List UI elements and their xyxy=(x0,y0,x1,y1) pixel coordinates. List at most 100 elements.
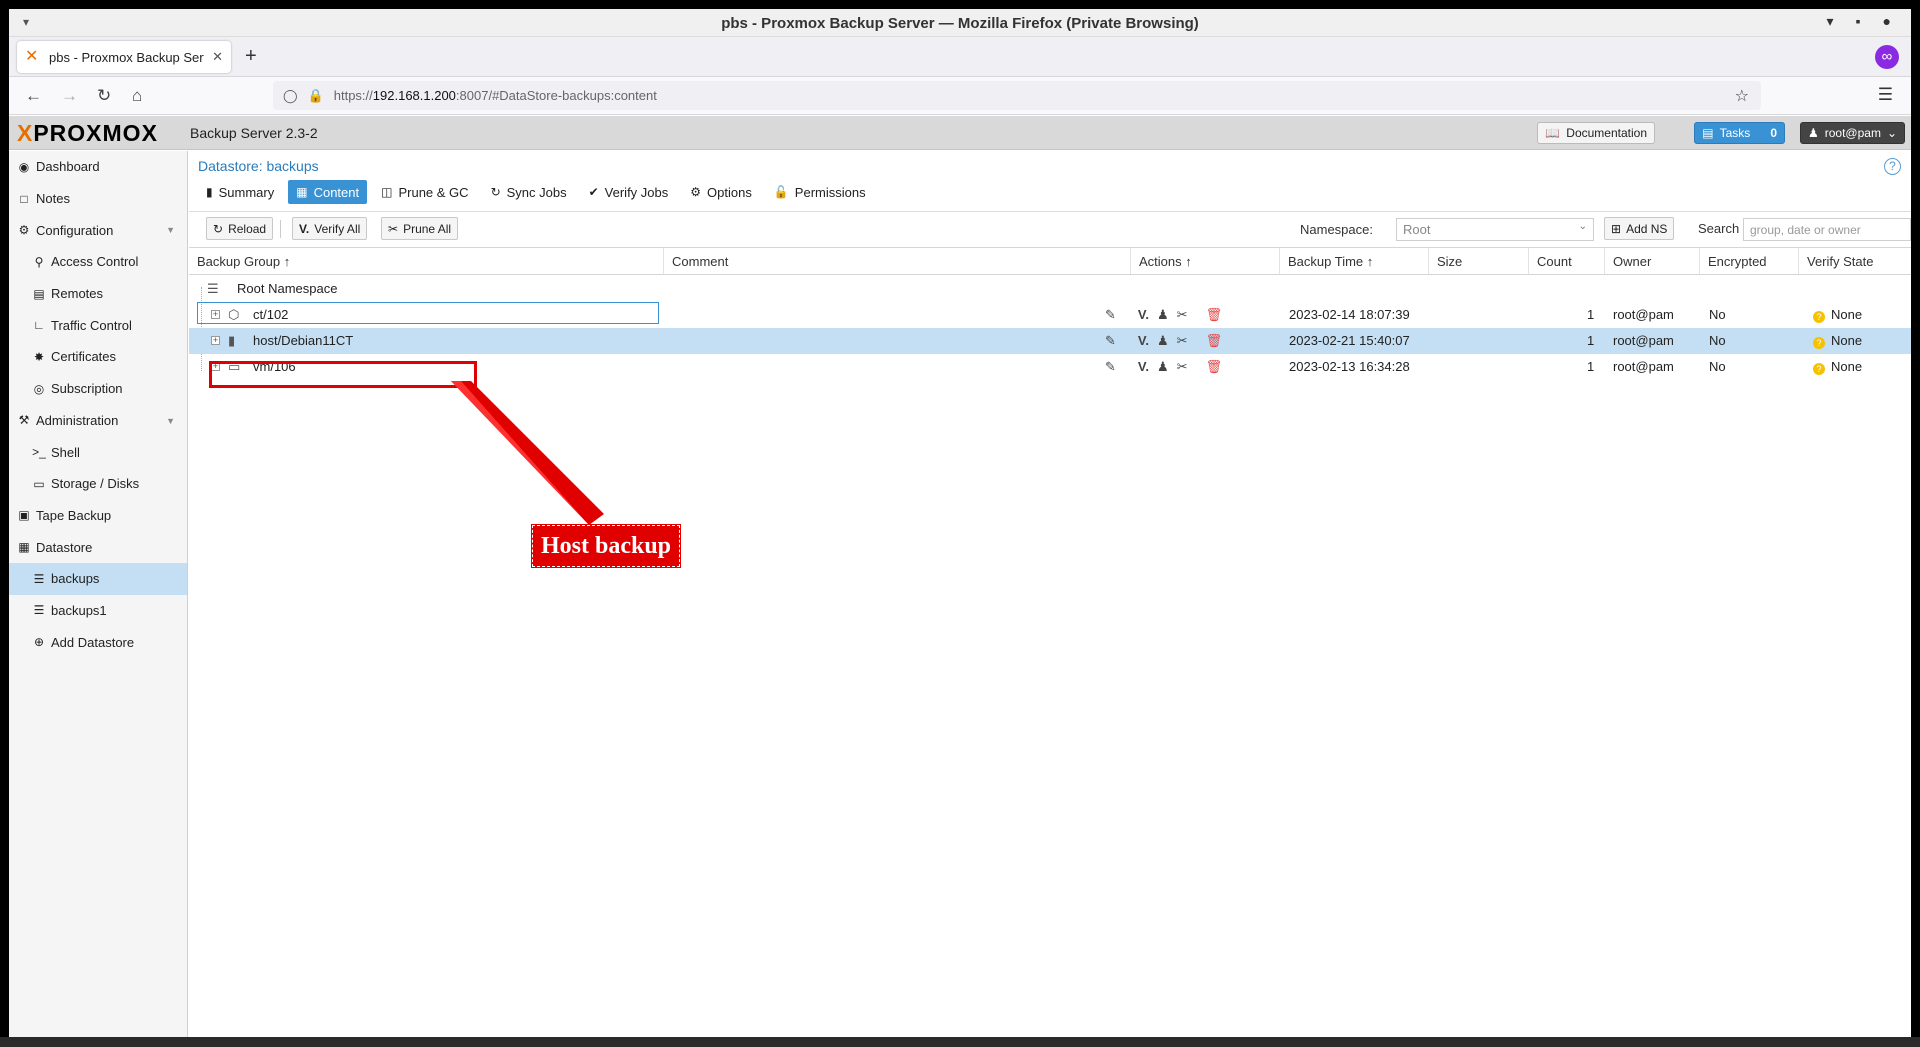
sidebar-item-datastore[interactable]: ▦ Datastore xyxy=(9,531,187,563)
col-verify-state[interactable]: Verify State xyxy=(1799,248,1911,274)
screen: ▾ pbs - Proxmox Backup Server — Mozilla … xyxy=(0,0,1920,1047)
lock-icon[interactable]: 🔒 xyxy=(308,88,324,104)
url-bar[interactable]: ◯ 🔒 https://192.168.1.200:8007/#DataStor… xyxy=(273,81,1761,110)
user-icon: ♟ xyxy=(1807,126,1819,140)
backup-encrypted: No xyxy=(1709,359,1726,374)
col-actions[interactable]: Actions ↑ xyxy=(1131,248,1280,274)
browser-tab[interactable]: ✕ pbs - Proxmox Backup Serv ✕ xyxy=(17,41,231,73)
scissors-icon: ✂ xyxy=(388,221,399,236)
search-input[interactable]: group, date or owner xyxy=(1743,218,1911,241)
tab-permissions[interactable]: 🔓 Permissions xyxy=(766,180,874,204)
sidebar-item-traffic-control[interactable]: ∟ Traffic Control xyxy=(9,309,187,341)
home-icon[interactable]: ⌂ xyxy=(132,86,142,106)
user-icon[interactable]: ♟ xyxy=(1157,359,1169,375)
table-row-selected[interactable]: + ▮ host/Debian11CT ✎ V. ♟ ✂ 🗑 2023-02-2… xyxy=(189,328,1911,354)
scissors-icon[interactable]: ✂ xyxy=(1177,359,1188,375)
sidebar-item-storage-disks[interactable]: ▭ Storage / Disks xyxy=(9,468,187,500)
sidebar-item-shell[interactable]: >_ Shell xyxy=(9,436,187,468)
sidebar-item-remotes[interactable]: ▤ Remotes xyxy=(9,278,187,310)
tab-summary[interactable]: ▮ Summary xyxy=(198,180,282,204)
reload-icon[interactable]: ↻ xyxy=(97,86,111,106)
namespace-select[interactable]: Root ⌄ xyxy=(1396,218,1594,241)
sidebar-item-backups1[interactable]: ☰ backups1 xyxy=(9,595,187,627)
plus-circle-icon: ⊕ xyxy=(33,635,45,650)
tab-content[interactable]: ▦ Content xyxy=(288,180,368,204)
user-menu-button[interactable]: ♟ root@pam ⌄ xyxy=(1799,122,1905,144)
sidebar-item-backups[interactable]: ☰ backups xyxy=(9,562,187,595)
search-label: Search xyxy=(1698,221,1740,236)
server-icon: ▤ xyxy=(33,286,45,301)
tab-prune-gc[interactable]: ◫ Prune & GC xyxy=(373,180,476,204)
app-header: XPROXMOX Backup Server 2.3-2 📖 Documenta… xyxy=(9,116,1911,150)
edit-icon[interactable]: ✎ xyxy=(1105,307,1116,323)
expand-icon[interactable]: + xyxy=(211,336,220,345)
shield-icon[interactable]: ◯ xyxy=(283,88,298,104)
chevron-down-icon: ⌄ xyxy=(1578,221,1587,232)
tab-options[interactable]: ⚙ Options xyxy=(682,180,760,204)
edit-icon[interactable]: ✎ xyxy=(1105,359,1116,375)
backup-time: 2023-02-13 16:34:28 xyxy=(1289,359,1410,374)
scissors-icon[interactable]: ✂ xyxy=(1177,333,1188,349)
col-backup-group[interactable]: Backup Group ↑ xyxy=(189,248,664,274)
tab-verify-jobs[interactable]: ✔ Verify Jobs xyxy=(581,180,677,204)
tasks-button[interactable]: ▤ Tasks 0 xyxy=(1694,122,1785,144)
col-comment[interactable]: Comment xyxy=(664,248,1131,274)
support-icon: ◎ xyxy=(33,381,45,396)
sidebar: ◉ Dashboard □ Notes ⚙ Configuration ▼ ⚲ Acces… xyxy=(9,151,188,1037)
col-count[interactable]: Count xyxy=(1529,248,1605,274)
question-icon: ? xyxy=(1813,337,1825,349)
sidebar-item-certificates[interactable]: ✸ Certificates xyxy=(9,341,187,373)
tab-sync-jobs[interactable]: ↻ Sync Jobs xyxy=(483,180,575,204)
documentation-button[interactable]: 📖 Documentation xyxy=(1537,122,1655,144)
col-backup-time[interactable]: Backup Time ↑ xyxy=(1280,248,1429,274)
verify-icon[interactable]: V. xyxy=(1138,359,1149,375)
tab-close-icon[interactable]: ✕ xyxy=(212,49,223,65)
new-tab-icon[interactable]: + xyxy=(245,45,257,68)
divider xyxy=(189,211,1911,212)
backup-owner: root@pam xyxy=(1613,307,1674,322)
col-size[interactable]: Size xyxy=(1429,248,1529,274)
expand-icon[interactable]: + xyxy=(211,310,220,319)
window-title: pbs - Proxmox Backup Server — Mozilla Fi… xyxy=(721,15,1199,32)
sidebar-item-tape-backup[interactable]: ▣ Tape Backup xyxy=(9,500,187,532)
backup-owner: root@pam xyxy=(1613,359,1674,374)
user-icon[interactable]: ♟ xyxy=(1157,307,1169,323)
verify-all-button[interactable]: V. Verify All xyxy=(292,217,368,240)
sidebar-item-administration[interactable]: ⚒ Administration ▼ xyxy=(9,405,187,437)
collapse-caret-icon[interactable]: ▼ xyxy=(166,416,175,426)
table-row[interactable]: + ⬡ ct/102 ✎ V. ♟ ✂ 🗑 2023-02-14 18:07:3… xyxy=(189,302,1911,328)
forward-icon[interactable]: → xyxy=(61,86,78,106)
sidebar-item-subscription[interactable]: ◎ Subscription xyxy=(9,373,187,405)
table-row-root-namespace[interactable]: ☰ Root Namespace xyxy=(189,276,1911,302)
content-toolbar: ↻ Reload V. Verify All ✂ Prune All Namespac… xyxy=(198,216,1911,242)
maximize-icon[interactable]: ▪ xyxy=(1856,13,1861,30)
trash-icon[interactable]: 🗑 xyxy=(1206,307,1223,323)
col-owner[interactable]: Owner xyxy=(1605,248,1700,274)
scissors-icon[interactable]: ✂ xyxy=(1177,307,1188,323)
edit-icon[interactable]: ✎ xyxy=(1105,333,1116,349)
sidebar-item-dashboard[interactable]: ◉ Dashboard xyxy=(9,151,187,183)
trash-icon[interactable]: 🗑 xyxy=(1206,333,1223,349)
chevron-down-icon: ⌄ xyxy=(1886,126,1897,140)
menu-icon[interactable]: ☰ xyxy=(1878,85,1893,105)
private-browsing-icon: ∞ xyxy=(1875,45,1899,69)
prune-all-button[interactable]: ✂ Prune All xyxy=(381,217,459,240)
backup-time: 2023-02-21 15:40:07 xyxy=(1289,333,1410,348)
sidebar-item-access-control[interactable]: ⚲ Access Control xyxy=(9,246,187,278)
verify-icon[interactable]: V. xyxy=(1138,307,1149,323)
sidebar-item-add-datastore[interactable]: ⊕ Add Datastore xyxy=(9,626,187,658)
reload-button[interactable]: ↻ Reload xyxy=(206,217,274,240)
add-ns-button[interactable]: ⊞ Add NS xyxy=(1604,217,1675,240)
close-icon[interactable]: ● xyxy=(1883,13,1891,30)
bookmark-star-icon[interactable]: ☆ xyxy=(1735,86,1749,106)
user-icon[interactable]: ♟ xyxy=(1157,333,1169,349)
col-encrypted[interactable]: Encrypted xyxy=(1700,248,1799,274)
minimize-icon[interactable]: ▾ xyxy=(1827,13,1834,30)
sidebar-item-configuration[interactable]: ⚙ Configuration ▼ xyxy=(9,214,187,246)
verify-icon[interactable]: V. xyxy=(1138,333,1149,349)
collapse-caret-icon[interactable]: ▼ xyxy=(166,225,175,235)
back-icon[interactable]: ← xyxy=(25,86,42,106)
trash-icon[interactable]: 🗑 xyxy=(1206,359,1223,375)
help-icon[interactable]: ? xyxy=(1884,158,1901,175)
sidebar-item-notes[interactable]: □ Notes xyxy=(9,183,187,215)
